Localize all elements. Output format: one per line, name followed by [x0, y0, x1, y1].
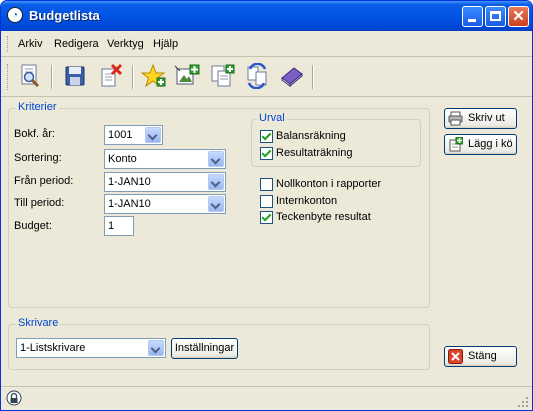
budget-label: Budget:: [14, 220, 52, 232]
title-bar[interactable]: ◔ Budgetlista ✕: [1, 1, 532, 31]
menu-redigera[interactable]: Redigera: [54, 38, 99, 50]
new-button[interactable]: [140, 63, 166, 89]
resultatrakning-label: Resultaträkning: [276, 147, 353, 159]
book-icon: [281, 67, 303, 88]
app-icon: ◔: [7, 7, 23, 23]
save-button[interactable]: [62, 63, 88, 89]
sortering-select[interactable]: Konto: [104, 149, 226, 169]
close-label: Stäng: [468, 350, 497, 362]
urval-group: Urval: [251, 112, 421, 167]
menu-bar: Arkiv Redigera Verktyg Hjälp: [1, 31, 532, 57]
till-period-label: Till period:: [14, 197, 65, 209]
toolbar-separator: [51, 65, 53, 89]
queue-button[interactable]: Lägg i kö: [444, 134, 517, 155]
toolbar-grip: [7, 64, 11, 90]
close-icon: ✕: [512, 8, 525, 25]
resultatrakning-checkbox[interactable]: [260, 147, 273, 160]
chevron-down-icon[interactable]: [148, 340, 164, 356]
close-button[interactable]: Stäng: [444, 346, 517, 367]
printer-icon: [448, 111, 463, 126]
add-to-queue-icon: [449, 137, 463, 152]
maximize-icon: [490, 11, 501, 21]
preview-icon: [21, 64, 40, 88]
status-bar: [1, 386, 532, 410]
book-button[interactable]: [279, 63, 305, 89]
kriterier-legend: Kriterier: [16, 101, 59, 113]
window-title: Budgetlista: [29, 8, 100, 23]
toolbar-separator: [132, 65, 134, 89]
minimize-icon: [468, 19, 476, 22]
nollkonton-checkbox[interactable]: [260, 178, 273, 191]
toolbar-separator: [312, 65, 314, 89]
bokf-ar-value: 1001: [108, 129, 133, 141]
chevron-down-icon[interactable]: [208, 196, 224, 212]
sortering-value: Konto: [108, 153, 137, 165]
urval-legend: Urval: [257, 112, 287, 124]
copy-button[interactable]: [209, 63, 235, 89]
internkonton-checkbox[interactable]: [260, 195, 273, 208]
lock-icon: [6, 390, 22, 406]
nollkonton-label: Nollkonton i rapporter: [276, 178, 382, 190]
preview-button[interactable]: [17, 63, 43, 89]
balansrakning-label: Balansräkning: [276, 130, 346, 142]
delete-button[interactable]: [98, 63, 124, 89]
copy-icon: [211, 64, 235, 87]
budget-input[interactable]: 1: [104, 216, 134, 236]
printer-value: 1-Listskrivare: [20, 342, 86, 354]
new-star-icon: [140, 63, 166, 88]
close-window-button[interactable]: ✕: [508, 6, 529, 27]
internkonton-label: Internkonton: [276, 195, 338, 207]
installningar-button[interactable]: Inställningar: [171, 338, 238, 359]
queue-label: Lägg i kö: [468, 138, 513, 150]
close-icon: [448, 349, 463, 364]
add-item-button[interactable]: [174, 63, 200, 89]
maximize-button[interactable]: [485, 6, 506, 27]
menu-verktyg[interactable]: Verktyg: [107, 38, 144, 50]
bokf-ar-label: Bokf. år:: [14, 128, 55, 140]
menu-arkiv[interactable]: Arkiv: [18, 38, 42, 50]
delete-icon: [101, 63, 123, 87]
skrivare-legend: Skrivare: [16, 317, 61, 329]
save-icon: [65, 66, 85, 86]
minimize-button[interactable]: [462, 6, 483, 27]
bokf-ar-select[interactable]: 1001: [104, 125, 163, 145]
chevron-down-icon[interactable]: [208, 151, 224, 167]
print-label: Skriv ut: [468, 112, 505, 124]
chevron-down-icon[interactable]: [208, 174, 224, 190]
printer-select[interactable]: 1-Listskrivare: [16, 338, 166, 358]
balansrakning-checkbox[interactable]: [260, 130, 273, 143]
print-button[interactable]: Skriv ut: [444, 108, 517, 129]
resize-grip-icon[interactable]: [517, 396, 529, 408]
till-period-value: 1-JAN10: [108, 198, 151, 210]
refresh-button[interactable]: [244, 62, 270, 90]
chevron-down-icon[interactable]: [145, 127, 161, 143]
toolbar: [1, 58, 532, 97]
teckenbyte-checkbox[interactable]: [260, 211, 273, 224]
fran-period-select[interactable]: 1-JAN10: [104, 172, 226, 192]
teckenbyte-label: Teckenbyte resultat: [276, 211, 371, 223]
sortering-label: Sortering:: [14, 152, 62, 164]
fran-period-value: 1-JAN10: [108, 176, 151, 188]
refresh-icon: [247, 62, 267, 90]
budgetlista-window: ◔ Budgetlista ✕ Arkiv Redigera Verktyg H…: [0, 0, 533, 411]
menu-grip: [7, 36, 11, 52]
menu-hjalp[interactable]: Hjälp: [153, 38, 178, 50]
fran-period-label: Från period:: [14, 175, 74, 187]
add-picture-icon: [174, 64, 200, 85]
till-period-select[interactable]: 1-JAN10: [104, 194, 226, 214]
